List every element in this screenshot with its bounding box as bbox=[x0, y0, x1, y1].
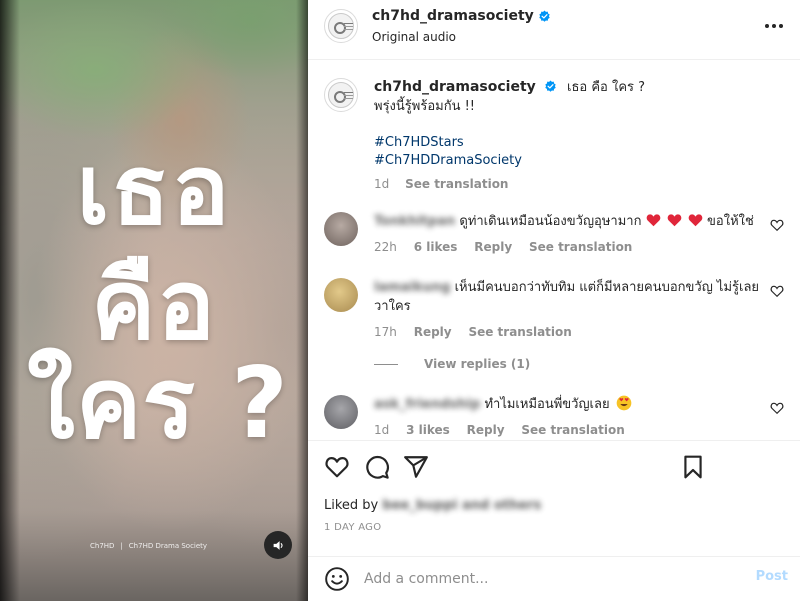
comment-likes[interactable]: 3 likes bbox=[406, 423, 450, 437]
like-heart-icon[interactable] bbox=[324, 454, 350, 480]
commenter-username[interactable]: Tonkhitpan bbox=[374, 214, 455, 229]
red-heart-icon bbox=[646, 214, 660, 227]
more-dots-icon bbox=[765, 24, 783, 28]
comment-time[interactable]: 17h bbox=[374, 325, 397, 339]
avatar[interactable] bbox=[324, 9, 358, 43]
save-bookmark-icon[interactable] bbox=[680, 454, 706, 480]
view-replies-label: View replies (1) bbox=[424, 357, 531, 371]
commenter-username[interactable]: lamaikung bbox=[374, 280, 450, 295]
comment-meta: 22h 6 likes Reply See translation bbox=[374, 238, 764, 257]
comment-input[interactable] bbox=[364, 567, 744, 591]
liked-by-label: Liked by bbox=[324, 498, 379, 513]
like-comment-heart-icon[interactable] bbox=[770, 284, 784, 298]
verified-badge-icon bbox=[545, 80, 556, 92]
comment-meta: 17h Reply See translation bbox=[374, 323, 764, 342]
audio-label[interactable]: Original audio bbox=[372, 30, 551, 44]
commenter-username[interactable]: ask_friendship bbox=[374, 397, 480, 412]
red-heart-icon bbox=[688, 214, 703, 227]
liked-by-names: bee_buppi and others bbox=[382, 498, 542, 513]
see-translation-link[interactable]: See translation bbox=[405, 177, 508, 191]
header-username[interactable]: ch7hd_dramasociety bbox=[372, 8, 534, 24]
see-translation-link[interactable]: See translation bbox=[521, 423, 624, 437]
liked-by-summary[interactable]: Liked by bee_buppi and others bbox=[324, 498, 541, 513]
like-comment-heart-icon[interactable] bbox=[770, 401, 784, 415]
post-header: ch7hd_dramasociety Original audio bbox=[308, 0, 800, 60]
caption-time[interactable]: 1d bbox=[374, 177, 389, 191]
comment-bubble-icon[interactable] bbox=[364, 454, 390, 480]
caption-username[interactable]: ch7hd_dramasociety bbox=[374, 79, 536, 95]
more-options-button[interactable] bbox=[762, 14, 786, 38]
media-overlay-line-1: เธอ bbox=[76, 134, 232, 246]
reply-button[interactable]: Reply bbox=[474, 240, 512, 254]
caption-text-line-1: เธอ คือ ใคร ? bbox=[567, 80, 646, 95]
comment-likes[interactable]: 6 likes bbox=[414, 240, 458, 254]
like-comment-heart-icon[interactable] bbox=[770, 218, 784, 232]
media-overlay-line-2: คือ bbox=[91, 249, 217, 361]
media-credit-left: Ch7HD bbox=[90, 542, 115, 550]
caption-text-line-2: พรุ่งนี้รู้พร้อมกัน !! bbox=[374, 99, 476, 114]
media-credit-right: Ch7HD Drama Society bbox=[128, 542, 208, 550]
see-translation-link[interactable]: See translation bbox=[529, 240, 632, 254]
commenter-avatar[interactable] bbox=[324, 395, 358, 429]
comment-text: ดูท่าเดินเหมือนน้องขวัญอุษามาก bbox=[459, 214, 642, 229]
view-replies-button[interactable]: View replies (1) bbox=[374, 357, 530, 371]
reply-button[interactable]: Reply bbox=[467, 423, 505, 437]
comment-text-suffix: ขอให้ใช่ bbox=[707, 214, 754, 229]
post-side-panel: ch7hd_dramasociety Original audio ch7hd_… bbox=[308, 0, 800, 601]
add-comment-bar: Post bbox=[308, 556, 800, 601]
hashtag-link[interactable]: #Ch7HDDramaSociety bbox=[374, 152, 784, 170]
post-media[interactable]: เธอ คือ ใคร ? Ch7HD | Ch7HD Drama Societ… bbox=[0, 0, 308, 601]
comment-time[interactable]: 22h bbox=[374, 240, 397, 254]
commenter-avatar[interactable] bbox=[324, 212, 358, 246]
red-heart-icon bbox=[667, 214, 682, 227]
post-comment-button[interactable]: Post bbox=[756, 569, 788, 584]
mute-button[interactable] bbox=[264, 531, 292, 559]
comment-time[interactable]: 1d bbox=[374, 423, 389, 437]
reply-button[interactable]: Reply bbox=[414, 325, 452, 339]
comment-text: ทำไมเหมือนพี่ขวัญเลย bbox=[484, 397, 610, 412]
media-credit: Ch7HD | Ch7HD Drama Society bbox=[90, 542, 208, 550]
avatar[interactable] bbox=[324, 78, 358, 112]
verified-badge-icon bbox=[539, 10, 550, 22]
share-paper-plane-icon[interactable] bbox=[403, 454, 429, 480]
see-translation-link[interactable]: See translation bbox=[468, 325, 571, 339]
speaker-icon bbox=[273, 540, 283, 550]
caption-meta: 1d See translation bbox=[374, 175, 784, 193]
post-date[interactable]: 1 DAY AGO bbox=[324, 522, 381, 533]
comment-meta: 1d 3 likes Reply See translation bbox=[374, 421, 764, 440]
media-overlay-line-3: ใคร ? bbox=[26, 347, 289, 461]
heart-eyes-emoji-icon bbox=[616, 395, 632, 411]
hashtag-link[interactable]: #Ch7HDStars bbox=[374, 134, 784, 152]
commenter-avatar[interactable] bbox=[324, 278, 358, 312]
emoji-smiley-icon[interactable] bbox=[324, 566, 350, 592]
